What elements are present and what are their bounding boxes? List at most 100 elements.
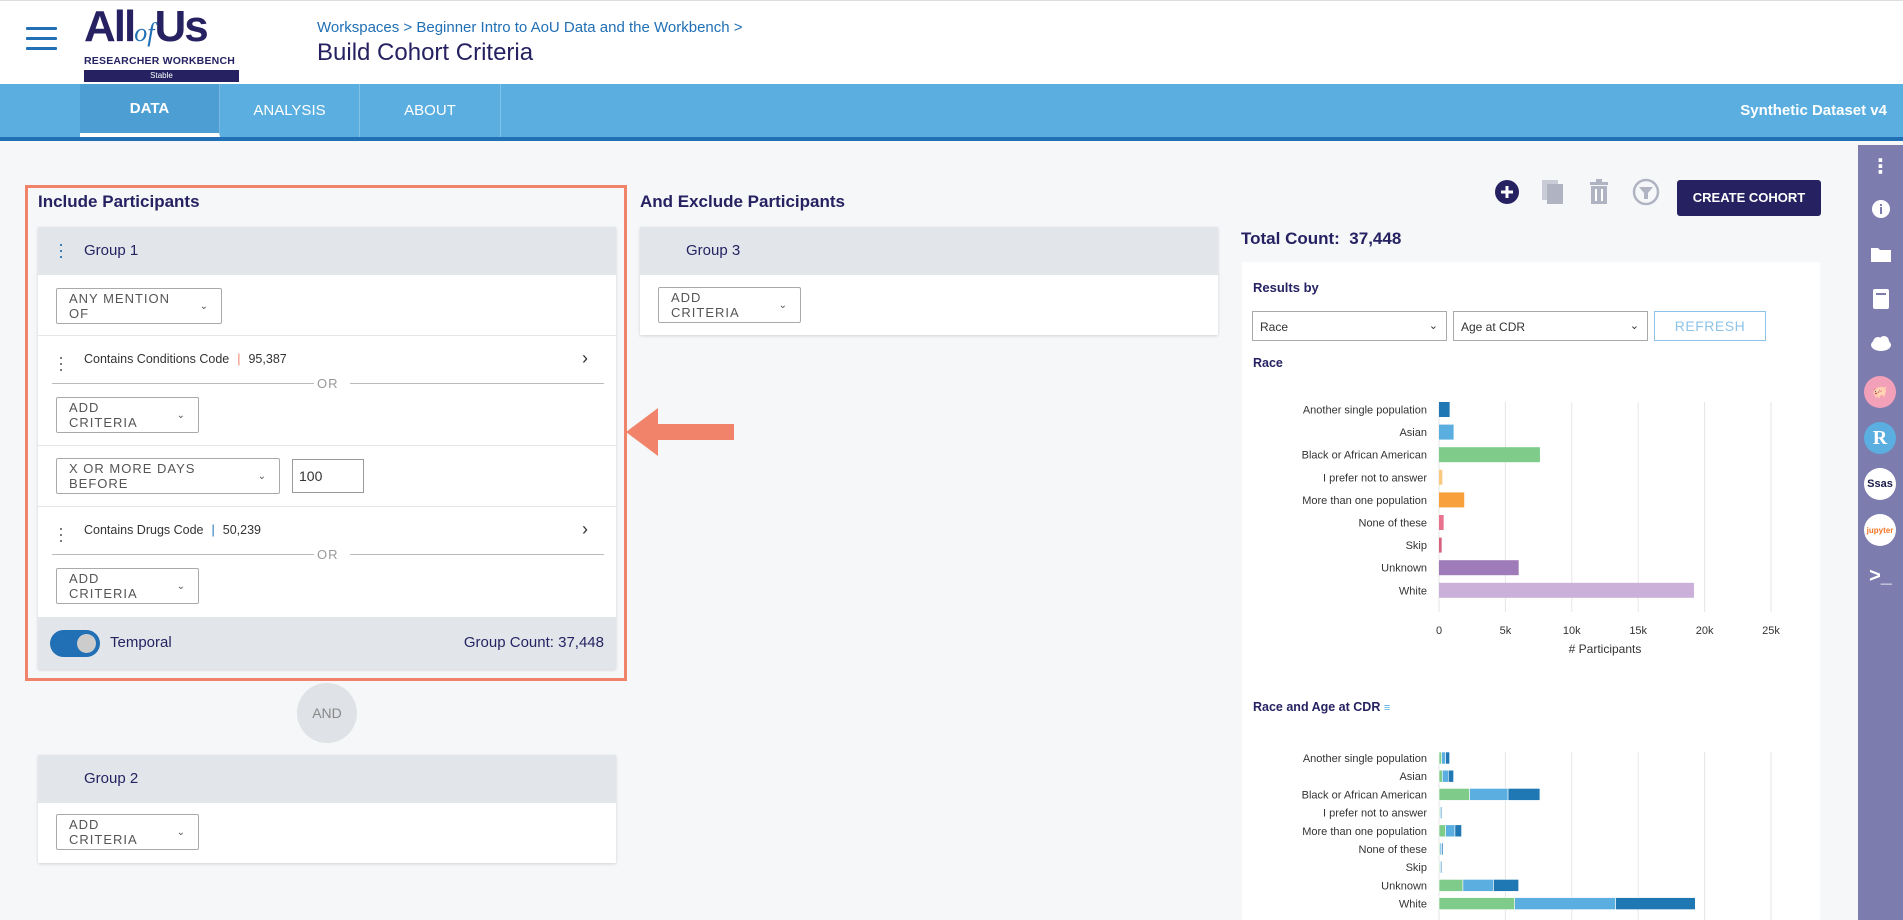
tab-data[interactable]: DATA [80, 84, 220, 137]
days-input[interactable] [292, 459, 364, 493]
secondary-select[interactable]: Age at CDR ⌄ [1453, 311, 1648, 341]
y-tick-label: Another single population [1303, 753, 1427, 765]
modifier-dropdown[interactable]: ANY MENTION OF ⌄ [56, 288, 222, 324]
temporal-toggle[interactable] [50, 630, 100, 657]
chevron-right-icon[interactable]: › [582, 519, 588, 540]
copy-icon[interactable] [1540, 178, 1566, 206]
criteria-conditions[interactable]: Contains Conditions Code | 95,387 [84, 352, 287, 366]
stacked-bar-segment [1438, 824, 1446, 838]
create-cohort-button[interactable]: CREATE COHORT [1677, 180, 1821, 216]
stacked-bar-segment [1514, 897, 1616, 910]
results-by-select[interactable]: Race ⌄ [1252, 311, 1447, 341]
y-tick-label: Skip [1406, 862, 1427, 874]
y-tick-label: More than one population [1302, 826, 1427, 838]
group-3-title: Group 3 [686, 242, 741, 259]
x-tick-label: 10k [1563, 625, 1581, 637]
x-axis-label: # Participants [1569, 642, 1642, 656]
stacked-bar-segment [1438, 769, 1443, 783]
y-tick-label: Unknown [1381, 880, 1427, 892]
more-vertical-icon[interactable]: ⋮ [1867, 153, 1894, 180]
criteria-menu-icon[interactable]: · · · [58, 348, 64, 378]
add-icon[interactable] [1494, 178, 1520, 206]
breadcrumb[interactable]: Workspaces > Beginner Intro to AoU Data … [317, 19, 743, 36]
stacked-bar-segment [1438, 788, 1470, 801]
jupyter-icon[interactable]: jupyter [1864, 514, 1896, 546]
folder-icon[interactable] [1867, 240, 1894, 267]
race-chart-title: Race [1253, 356, 1283, 370]
info-icon[interactable] [1867, 195, 1894, 222]
bar [1439, 492, 1465, 508]
add-criteria-button[interactable]: ADD CRITERIA ⌄ [56, 568, 199, 604]
page-title: Build Cohort Criteria [317, 39, 534, 66]
menu-icon[interactable] [26, 27, 57, 53]
stacked-bar-segment [1440, 860, 1443, 874]
race-age-chart-title: Race and Age at CDR ≡ [1253, 700, 1391, 714]
logo-subtitle: RESEARCHER WORKBENCH [84, 55, 236, 67]
stacked-bar-segment [1615, 897, 1696, 910]
all-of-us-logo[interactable]: AllofUs RESEARCHER WORKBENCH Stable [84, 5, 240, 82]
include-title: Include Participants [38, 192, 200, 211]
chevron-down-icon: ⌄ [176, 580, 186, 592]
trash-icon[interactable] [1586, 178, 1612, 206]
refresh-button[interactable]: REFRESH [1654, 311, 1766, 341]
criteria-drugs[interactable]: Contains Drugs Code | 50,239 [84, 523, 261, 537]
y-tick-label: Unknown [1381, 563, 1427, 575]
r-icon[interactable]: R [1864, 422, 1896, 454]
group-3-card: Group 3 ADD CRITERIA ⌄ [640, 227, 1218, 335]
filter-icon[interactable] [1632, 178, 1660, 206]
y-tick-label: Asian [1399, 771, 1427, 783]
add-criteria-button[interactable]: ADD CRITERIA ⌄ [56, 814, 199, 850]
stacked-bar-segment [1469, 788, 1509, 801]
bar [1439, 447, 1540, 463]
stacked-bar-segment [1493, 879, 1519, 892]
stacked-bar-segment [1454, 824, 1462, 838]
y-tick-label: Black or African American [1302, 450, 1427, 462]
chevron-down-icon: ⌄ [1629, 320, 1639, 332]
x-tick-label: 0 [1436, 625, 1442, 637]
chevron-down-icon: ⌄ [199, 300, 209, 312]
stacked-bar-segment [1438, 879, 1464, 892]
tab-about[interactable]: ABOUT [360, 84, 501, 137]
group-1-card: · · · Group 1 ANY MENTION OF ⌄ · · · Contains… [38, 227, 616, 669]
group-2-card: Group 2 ADD CRITERIA ⌄ [38, 755, 616, 863]
bar [1439, 560, 1519, 576]
terminal-icon[interactable]: >_ [1867, 563, 1894, 590]
chevron-right-icon[interactable]: › [582, 348, 588, 369]
y-tick-label: I prefer not to answer [1323, 472, 1427, 484]
y-tick-label: More than one population [1302, 495, 1427, 507]
total-count: Total Count: 37,448 [1241, 229, 1402, 248]
stacked-bar-segment [1445, 752, 1450, 765]
bar [1439, 582, 1694, 598]
dataset-label[interactable]: Synthetic Dataset v4 [1740, 84, 1887, 137]
y-tick-label: None of these [1359, 844, 1428, 856]
chevron-down-icon: ⌄ [176, 409, 186, 421]
results-by-label: Results by [1253, 280, 1319, 295]
temporal-dropdown[interactable]: X OR MORE DAYS BEFORE ⌄ [56, 458, 280, 494]
chevron-down-icon: ⌄ [778, 299, 788, 311]
stacked-bar-segment [1507, 788, 1541, 801]
notebook-icon[interactable] [1867, 285, 1894, 312]
add-criteria-button[interactable]: ADD CRITERIA ⌄ [56, 397, 199, 433]
y-tick-label: Black or African American [1302, 789, 1427, 801]
stacked-bar-segment [1438, 897, 1515, 910]
chevron-down-icon: ⌄ [1428, 320, 1438, 332]
x-tick-label: 20k [1696, 625, 1714, 637]
temporal-label: Temporal [110, 634, 172, 651]
sas-icon[interactable]: Ssas [1864, 468, 1896, 500]
results-panel: Results by Race ⌄ Age at CDR ⌄ REFRESH Rac… [1242, 262, 1820, 920]
criteria-menu-icon[interactable]: · · · [58, 519, 64, 549]
group-menu-icon[interactable]: · · · [58, 235, 64, 265]
stacked-bar-segment [1441, 752, 1446, 765]
stacked-bar-segment [1447, 769, 1454, 783]
cloud-icon[interactable] [1867, 330, 1894, 357]
and-operator[interactable]: AND [297, 683, 357, 743]
add-criteria-button[interactable]: ADD CRITERIA ⌄ [658, 287, 801, 323]
x-tick-label: 25k [1762, 625, 1780, 637]
or-label: OR [317, 376, 339, 391]
group-2-title: Group 2 [84, 770, 139, 787]
rstudio-pig-icon[interactable]: 🐖 [1864, 376, 1896, 408]
stacked-bar-segment [1442, 769, 1449, 783]
tab-analysis[interactable]: ANALYSIS [220, 84, 360, 137]
sort-icon[interactable]: ≡ [1384, 702, 1390, 714]
workspace-nav: DATA ANALYSIS ABOUT Synthetic Dataset v4 [0, 84, 1903, 141]
